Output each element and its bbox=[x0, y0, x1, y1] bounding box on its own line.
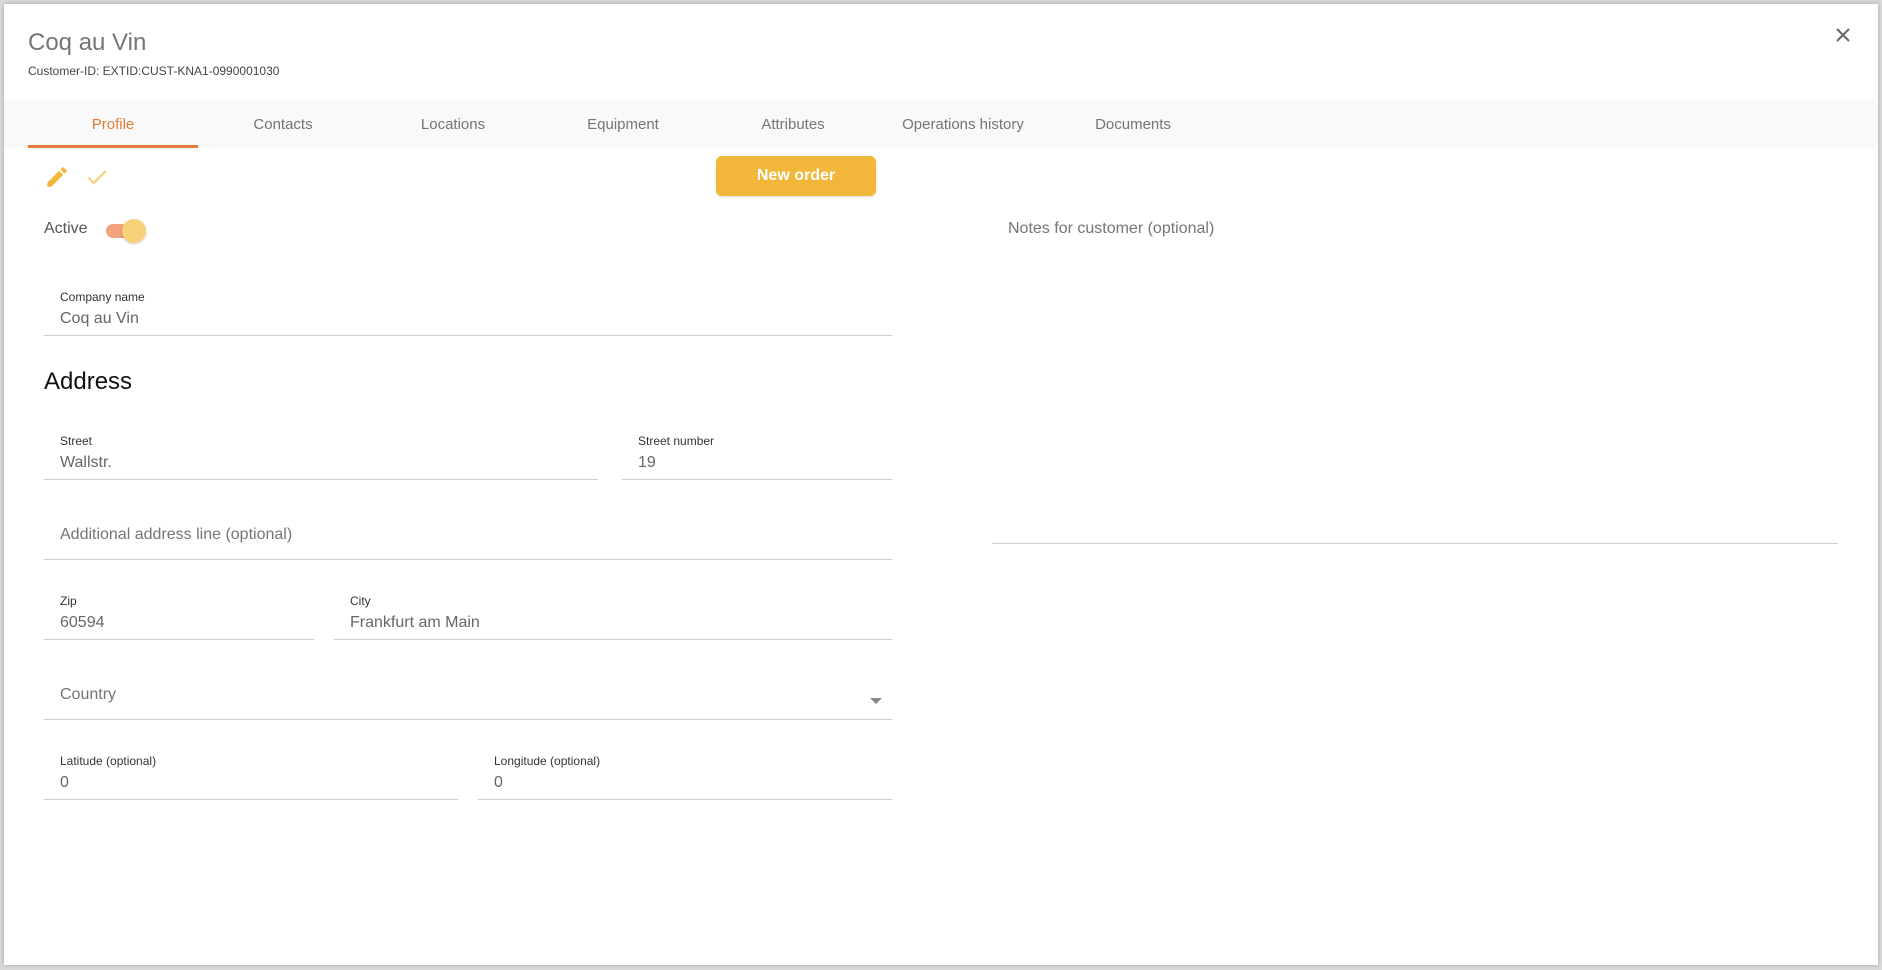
longitude-value: 0 bbox=[494, 774, 503, 791]
company-name-label: Company name bbox=[60, 290, 145, 304]
tab-attributes[interactable]: Attributes bbox=[708, 100, 878, 148]
company-name-value: Coq au Vin bbox=[60, 310, 139, 327]
country-select[interactable]: Country bbox=[44, 676, 892, 720]
tab-operations-history[interactable]: Operations history bbox=[878, 100, 1048, 148]
tab-documents[interactable]: Documents bbox=[1048, 100, 1218, 148]
street-number-field[interactable]: Street number 19 bbox=[622, 434, 892, 480]
additional-address-field[interactable]: Additional address line (optional) bbox=[44, 516, 892, 560]
active-toggle[interactable] bbox=[104, 218, 150, 244]
customer-id: Customer-ID: EXTID:CUST-KNA1-0990001030 bbox=[28, 64, 280, 78]
new-order-button[interactable]: New order bbox=[716, 156, 876, 196]
city-label: City bbox=[350, 594, 371, 608]
edit-button[interactable] bbox=[44, 164, 70, 190]
close-icon bbox=[1836, 28, 1850, 42]
street-number-value: 19 bbox=[638, 454, 656, 471]
dialog-title: Coq au Vin bbox=[28, 29, 147, 56]
zip-field[interactable]: Zip 60594 bbox=[44, 594, 314, 640]
pencil-icon bbox=[47, 167, 67, 187]
tab-bar: Profile Contacts Locations Equipment Att… bbox=[4, 100, 1878, 148]
street-value: Wallstr. bbox=[60, 454, 112, 471]
notes-textarea[interactable]: Notes for customer (optional) bbox=[992, 214, 1838, 544]
city-field[interactable]: City Frankfurt am Main bbox=[334, 594, 892, 640]
latitude-label: Latitude (optional) bbox=[60, 754, 157, 768]
address-heading: Address bbox=[44, 368, 133, 395]
street-label: Street bbox=[60, 434, 93, 448]
street-number-label: Street number bbox=[638, 434, 715, 448]
company-name-field[interactable]: Company name Coq au Vin bbox=[44, 290, 892, 336]
latitude-value: 0 bbox=[60, 774, 69, 791]
tab-profile[interactable]: Profile bbox=[28, 100, 198, 148]
additional-address-placeholder: Additional address line (optional) bbox=[60, 526, 293, 543]
chevron-down-icon bbox=[870, 698, 882, 704]
country-placeholder: Country bbox=[60, 686, 117, 703]
zip-value: 60594 bbox=[60, 614, 105, 631]
tab-equipment[interactable]: Equipment bbox=[538, 100, 708, 148]
latitude-field[interactable]: Latitude (optional) 0 bbox=[44, 754, 458, 800]
longitude-label: Longitude (optional) bbox=[494, 754, 601, 768]
toggle-thumb bbox=[122, 219, 146, 243]
zip-label: Zip bbox=[60, 594, 77, 608]
tab-contacts[interactable]: Contacts bbox=[198, 100, 368, 148]
city-value: Frankfurt am Main bbox=[350, 614, 480, 631]
close-button[interactable] bbox=[1830, 22, 1856, 48]
street-field[interactable]: Street Wallstr. bbox=[44, 434, 598, 480]
confirm-button[interactable] bbox=[84, 164, 110, 190]
check-icon bbox=[87, 170, 107, 185]
active-label: Active bbox=[44, 220, 88, 237]
tab-locations[interactable]: Locations bbox=[368, 100, 538, 148]
notes-placeholder: Notes for customer (optional) bbox=[1008, 220, 1215, 237]
customer-dialog: Coq au Vin Customer-ID: EXTID:CUST-KNA1-… bbox=[4, 4, 1878, 965]
longitude-field[interactable]: Longitude (optional) 0 bbox=[478, 754, 892, 800]
